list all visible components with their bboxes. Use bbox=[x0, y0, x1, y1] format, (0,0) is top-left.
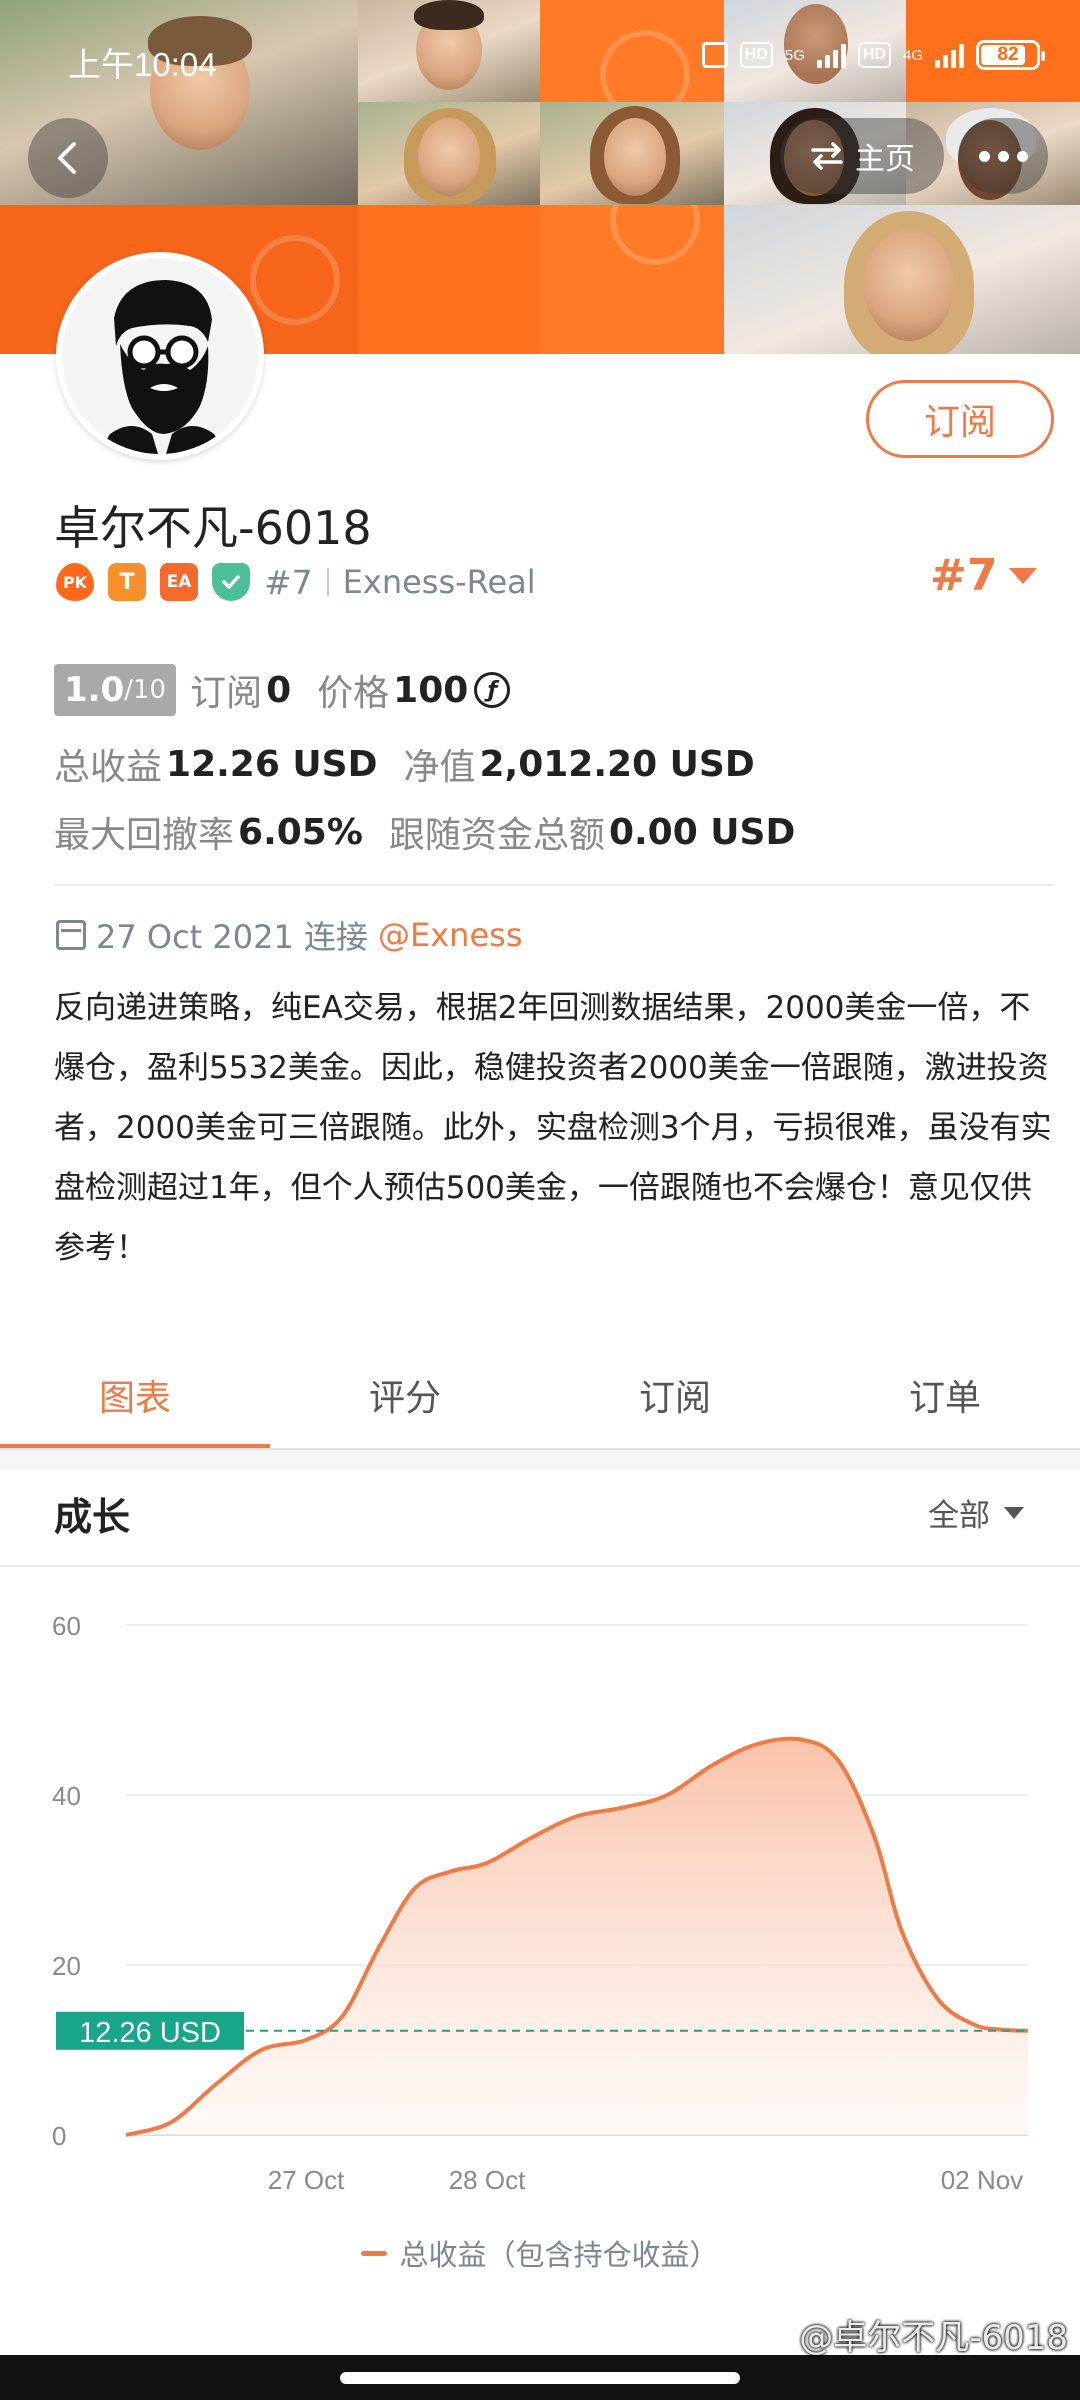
subscribe-count-value: 0 bbox=[266, 669, 292, 711]
banner-photo bbox=[358, 102, 540, 205]
stats-row-3: 最大回撤率 6.05% 跟随资金总额 0.00 USD bbox=[54, 806, 795, 858]
banner-tile bbox=[540, 205, 724, 354]
divider bbox=[0, 1565, 1080, 1567]
avatar-illustration bbox=[98, 280, 226, 454]
home-label: 主页 bbox=[855, 142, 915, 177]
signal-icon bbox=[816, 42, 846, 68]
y-tick-label: 40 bbox=[52, 1781, 81, 1811]
max-drawdown-label: 最大回撤率 bbox=[54, 815, 235, 856]
banner-tile bbox=[540, 0, 724, 102]
range-dropdown[interactable]: 全部 bbox=[928, 1490, 1024, 1535]
hd-icon: HD bbox=[739, 42, 773, 68]
stats-row-1: 1.0/10 订阅 0 价格 100 ƒ bbox=[54, 664, 511, 716]
divider bbox=[54, 884, 1054, 886]
legend-label: 总收益（包含持仓收益） bbox=[399, 2238, 719, 2272]
broker-link[interactable]: @Exness bbox=[378, 916, 522, 954]
price-label: 价格 bbox=[317, 673, 390, 714]
connection-date: 27 Oct 2021 连接 bbox=[96, 918, 369, 956]
pk-badge-icon[interactable]: PK bbox=[56, 563, 94, 601]
total-profit-label: 总收益 bbox=[54, 747, 163, 788]
rank-value: #7 bbox=[930, 550, 998, 601]
separator bbox=[326, 568, 329, 596]
avatar-image bbox=[62, 258, 258, 454]
signal-icon bbox=[935, 42, 964, 68]
back-button[interactable] bbox=[28, 118, 108, 198]
follow-funds-label: 跟随资金总额 bbox=[388, 815, 605, 856]
more-dots-icon bbox=[978, 150, 1028, 162]
network-label-4g: 4G bbox=[902, 46, 923, 64]
screen-cast-icon bbox=[701, 42, 728, 68]
banner-tile bbox=[358, 205, 540, 354]
max-drawdown-value: 6.05% bbox=[238, 811, 363, 853]
status-time: 上午10:04 bbox=[68, 46, 217, 83]
y-tick-label: 20 bbox=[52, 1951, 81, 1981]
current-value-label: 12.26 USD bbox=[79, 2017, 221, 2049]
hd-icon: HD bbox=[857, 42, 891, 68]
x-tick-label: 28 Oct bbox=[449, 2165, 526, 2195]
subscribe-button[interactable]: 订阅 bbox=[866, 380, 1054, 458]
subscribe-count-label: 订阅 bbox=[190, 673, 263, 714]
tab-orders[interactable]: 订单 bbox=[810, 1340, 1080, 1450]
chart-legend: 总收益（包含持仓收益） bbox=[0, 2232, 1080, 2274]
trader-name: 卓尔不凡-6018 bbox=[54, 501, 372, 555]
total-profit-value: 12.26 USD bbox=[166, 743, 378, 785]
follow-funds-value: 0.00 USD bbox=[608, 811, 796, 853]
banner-photo bbox=[358, 0, 540, 102]
rank-dropdown[interactable]: #7 bbox=[930, 550, 1038, 601]
network-label-5g: 5G bbox=[784, 46, 805, 64]
y-tick-label: 60 bbox=[52, 1611, 81, 1641]
more-options-button[interactable] bbox=[958, 118, 1048, 194]
caret-down-icon bbox=[1009, 567, 1038, 584]
strategy-description: 反向递进策略，纯EA交易，根据2年回测数据结果，2000美金一倍，不爆仓，盈利5… bbox=[54, 990, 1052, 1266]
range-label: 全部 bbox=[928, 1498, 990, 1534]
banner-photo bbox=[540, 102, 724, 205]
coin-icon: ƒ bbox=[474, 672, 511, 708]
ea-badge-icon[interactable]: EA bbox=[160, 563, 198, 601]
home-button[interactable]: 主页 bbox=[780, 118, 944, 194]
tab-chart[interactable]: 图表 bbox=[0, 1340, 270, 1450]
t-badge-icon[interactable]: T bbox=[108, 563, 146, 601]
badge-row: PK T EA #7 Exness-Real bbox=[56, 560, 536, 604]
equity-value: 2,012.20 USD bbox=[479, 743, 755, 785]
avatar[interactable] bbox=[56, 252, 264, 460]
calendar-icon bbox=[56, 920, 86, 950]
score-value: 1.0 bbox=[64, 670, 125, 710]
verified-shield-icon[interactable] bbox=[212, 563, 250, 601]
banner-photo bbox=[724, 205, 1080, 354]
connection-info: 27 Oct 2021 连接 @Exness bbox=[56, 912, 522, 958]
home-indicator[interactable] bbox=[340, 2372, 740, 2384]
y-tick-label: 0 bbox=[52, 2121, 66, 2151]
score-badge: 1.0/10 bbox=[54, 664, 177, 716]
stats-row-2: 总收益 12.26 USD 净值 2,012.20 USD bbox=[54, 738, 755, 790]
legend-swatch bbox=[361, 2250, 388, 2256]
x-tick-label: 27 Oct bbox=[268, 2165, 345, 2195]
section-gap bbox=[0, 1450, 1080, 1470]
rank-label: #7 bbox=[264, 562, 313, 602]
tab-rating[interactable]: 评分 bbox=[270, 1340, 540, 1450]
broker-name: Exness-Real bbox=[342, 563, 536, 601]
status-icons: HD 5G HD 4G 82 bbox=[701, 40, 1045, 70]
area-fill bbox=[126, 1738, 1028, 2135]
switch-arrows-icon bbox=[811, 142, 843, 170]
equity-label: 净值 bbox=[403, 747, 476, 788]
price-value: 100 bbox=[393, 669, 469, 711]
growth-chart: 0 20 40 60 12.26 USD 27 Oct 28 Oct 02 Nov bbox=[52, 1611, 1029, 2195]
score-max: /10 bbox=[124, 675, 167, 705]
tab-bar: 图表 评分 订阅 订单 bbox=[0, 1340, 1080, 1450]
caret-down-icon bbox=[1004, 1506, 1024, 1519]
section-title: 成长 bbox=[54, 1495, 131, 1539]
battery-icon: 82 bbox=[976, 40, 1045, 70]
x-tick-label: 02 Nov bbox=[941, 2165, 1023, 2195]
tab-subscribe[interactable]: 订阅 bbox=[540, 1340, 810, 1450]
chevron-left-icon bbox=[58, 142, 76, 174]
watermark: @卓尔不凡-6018 bbox=[799, 2318, 1068, 2358]
